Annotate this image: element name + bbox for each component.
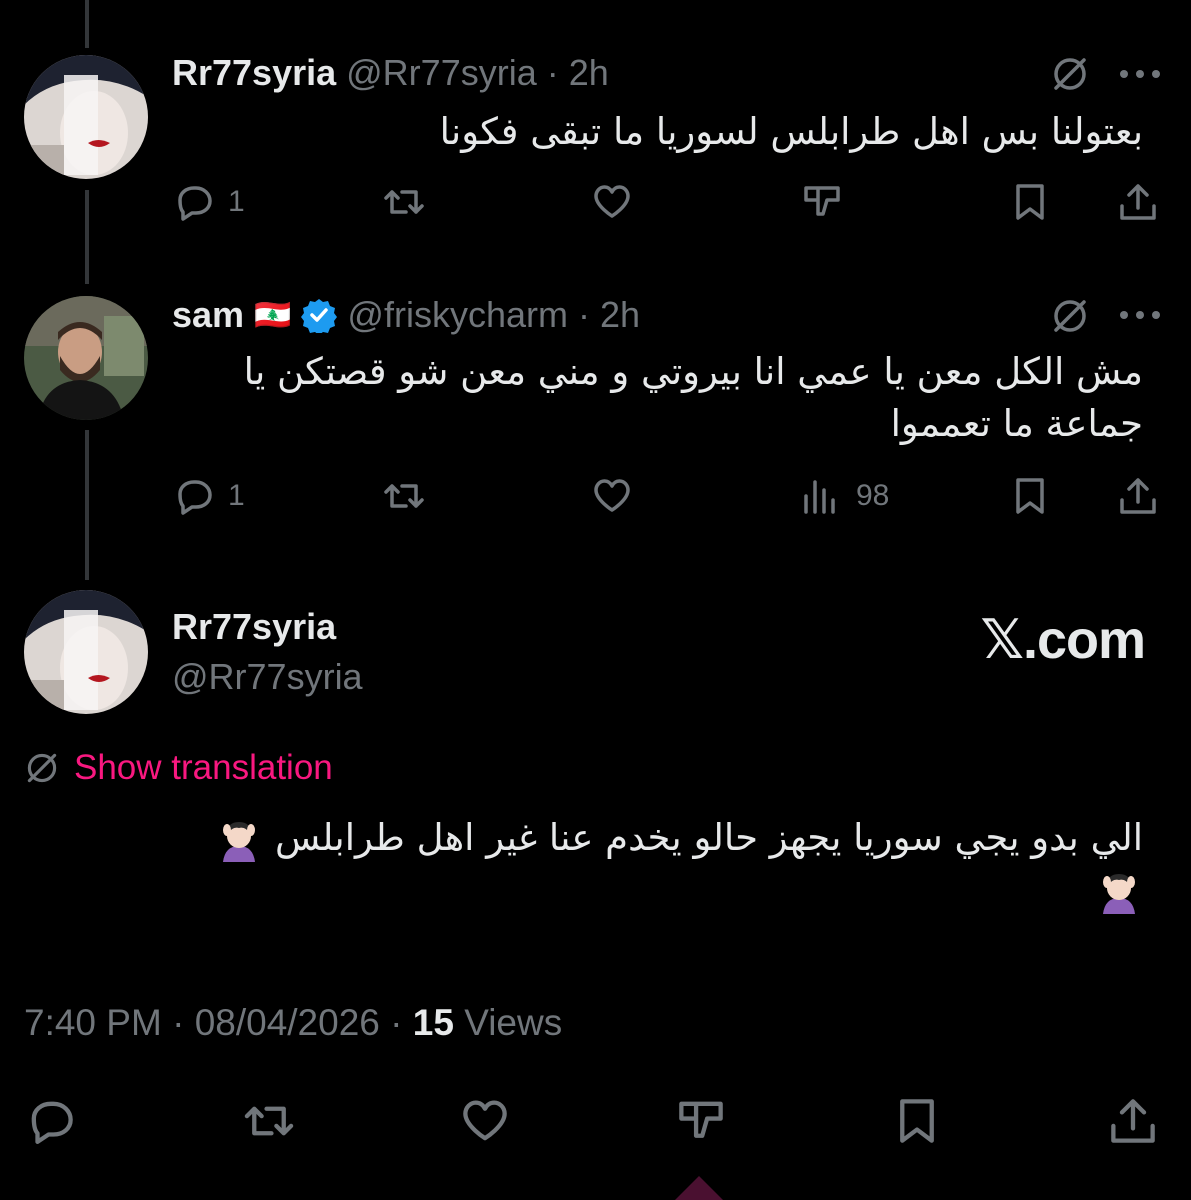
share-icon — [1111, 1099, 1155, 1143]
translate-icon[interactable] — [1050, 54, 1090, 94]
bookmark-button[interactable] — [1008, 474, 1052, 518]
tweet-metadata: 7:40 PM · 08/04/2026 · 15 Views — [24, 1002, 562, 1044]
avatar[interactable] — [24, 55, 148, 179]
handle[interactable]: @Rr77syria — [346, 52, 537, 94]
display-name[interactable]: Rr77syria — [172, 606, 336, 648]
show-translation-button[interactable]: Show translation — [24, 748, 333, 788]
tweet-header: Rr77syria @Rr77syria · 2h — [172, 52, 609, 94]
translate-icon[interactable] — [1050, 296, 1090, 336]
tweet-date[interactable]: 08/04/2026 — [195, 1002, 380, 1043]
like-icon — [594, 185, 630, 218]
reply-icon — [178, 480, 212, 515]
separator-dot: · — [172, 1002, 195, 1043]
more-icon[interactable] — [1118, 308, 1162, 322]
thread-line-2 — [85, 430, 89, 580]
bookmark-button[interactable] — [890, 1094, 944, 1148]
tweet-text-line: الي بدو يجي سوريا يجهز حالو يخدم عنا غير… — [275, 816, 1143, 859]
tweet-text: بعتولنا بس اهل طرابلس لسوريا ما تبقى فكو… — [439, 110, 1143, 153]
tweet-text-line: جماعة ما تعمموا — [890, 402, 1143, 445]
display-name[interactable]: Rr77syria — [172, 52, 336, 94]
share-icon — [1120, 478, 1156, 514]
bookmark-button[interactable] — [1008, 180, 1052, 224]
like-button[interactable] — [590, 474, 634, 518]
bookmark-icon — [1016, 184, 1044, 220]
reply-icon — [178, 186, 212, 221]
separator-dot: · — [546, 52, 559, 93]
separator-dot: · — [577, 294, 590, 335]
woman-getting-massage-emoji-icon — [1103, 873, 1135, 914]
tweet-text: مش الكل معن يا عمي انا بيروتي و مني معن … — [244, 346, 1143, 450]
retweet-icon — [244, 1106, 294, 1136]
views-label: Views — [464, 1002, 563, 1043]
views-icon — [804, 480, 835, 514]
share-button[interactable] — [1116, 180, 1160, 224]
like-icon — [463, 1100, 507, 1141]
retweet-icon — [384, 484, 424, 508]
timestamp[interactable]: 2h — [569, 52, 609, 94]
display-name[interactable]: sam — [172, 294, 244, 336]
share-button[interactable] — [1116, 474, 1160, 518]
reply-count: 1 — [228, 185, 245, 218]
reply-button[interactable] — [24, 1094, 78, 1148]
show-translation-label: Show translation — [74, 748, 333, 787]
like-icon — [594, 479, 630, 512]
tweet-text: الي بدو يجي سوريا يجهز حالو يخدم عنا غير… — [215, 812, 1143, 916]
translate-icon — [27, 753, 57, 783]
views-count: 98 — [856, 479, 890, 512]
like-button[interactable] — [458, 1094, 512, 1148]
handle[interactable]: @friskycharm — [347, 294, 568, 336]
scroll-indicator — [675, 1176, 723, 1200]
views-count: 15 — [412, 1002, 454, 1043]
tweet-time[interactable]: 7:40 PM — [24, 1002, 162, 1043]
more-icon[interactable] — [1118, 67, 1162, 81]
woman-getting-massage-emoji-icon — [223, 821, 256, 862]
share-button[interactable] — [1106, 1094, 1160, 1148]
verified-badge-icon[interactable] — [301, 297, 338, 333]
timestamp[interactable]: 2h — [600, 294, 640, 336]
tweet-header: sam 🇱🇧 @friskycharm · 2h — [172, 294, 640, 336]
views-button[interactable]: 98 — [800, 474, 889, 518]
brand-watermark: 𝕏.com — [980, 610, 1146, 670]
reply-button[interactable]: 1 — [172, 180, 245, 224]
avatar[interactable] — [24, 296, 148, 420]
retweet-icon — [384, 190, 424, 214]
tweet-text-line: مش الكل معن يا عمي انا بيروتي و مني معن … — [243, 350, 1143, 393]
reply-count: 1 — [228, 479, 245, 512]
avatar[interactable] — [24, 590, 148, 714]
dislike-button[interactable] — [674, 1094, 728, 1148]
retweet-button[interactable] — [242, 1094, 296, 1148]
bookmark-icon — [900, 1099, 934, 1143]
dislike-icon — [804, 186, 840, 216]
retweet-button[interactable] — [382, 180, 426, 224]
reply-icon — [31, 1101, 73, 1145]
share-icon — [1120, 184, 1156, 220]
thread-line-1 — [85, 190, 89, 284]
like-button[interactable] — [590, 180, 634, 224]
retweet-button[interactable] — [382, 474, 426, 518]
dislike-button[interactable] — [800, 180, 844, 224]
bookmark-icon — [1016, 478, 1044, 514]
thread-line-top — [85, 0, 89, 48]
separator-dot: · — [390, 1002, 413, 1043]
handle[interactable]: @Rr77syria — [172, 656, 363, 698]
flag-lebanon: 🇱🇧 — [254, 298, 292, 332]
reply-button[interactable]: 1 — [172, 474, 245, 518]
dislike-icon — [679, 1101, 723, 1138]
